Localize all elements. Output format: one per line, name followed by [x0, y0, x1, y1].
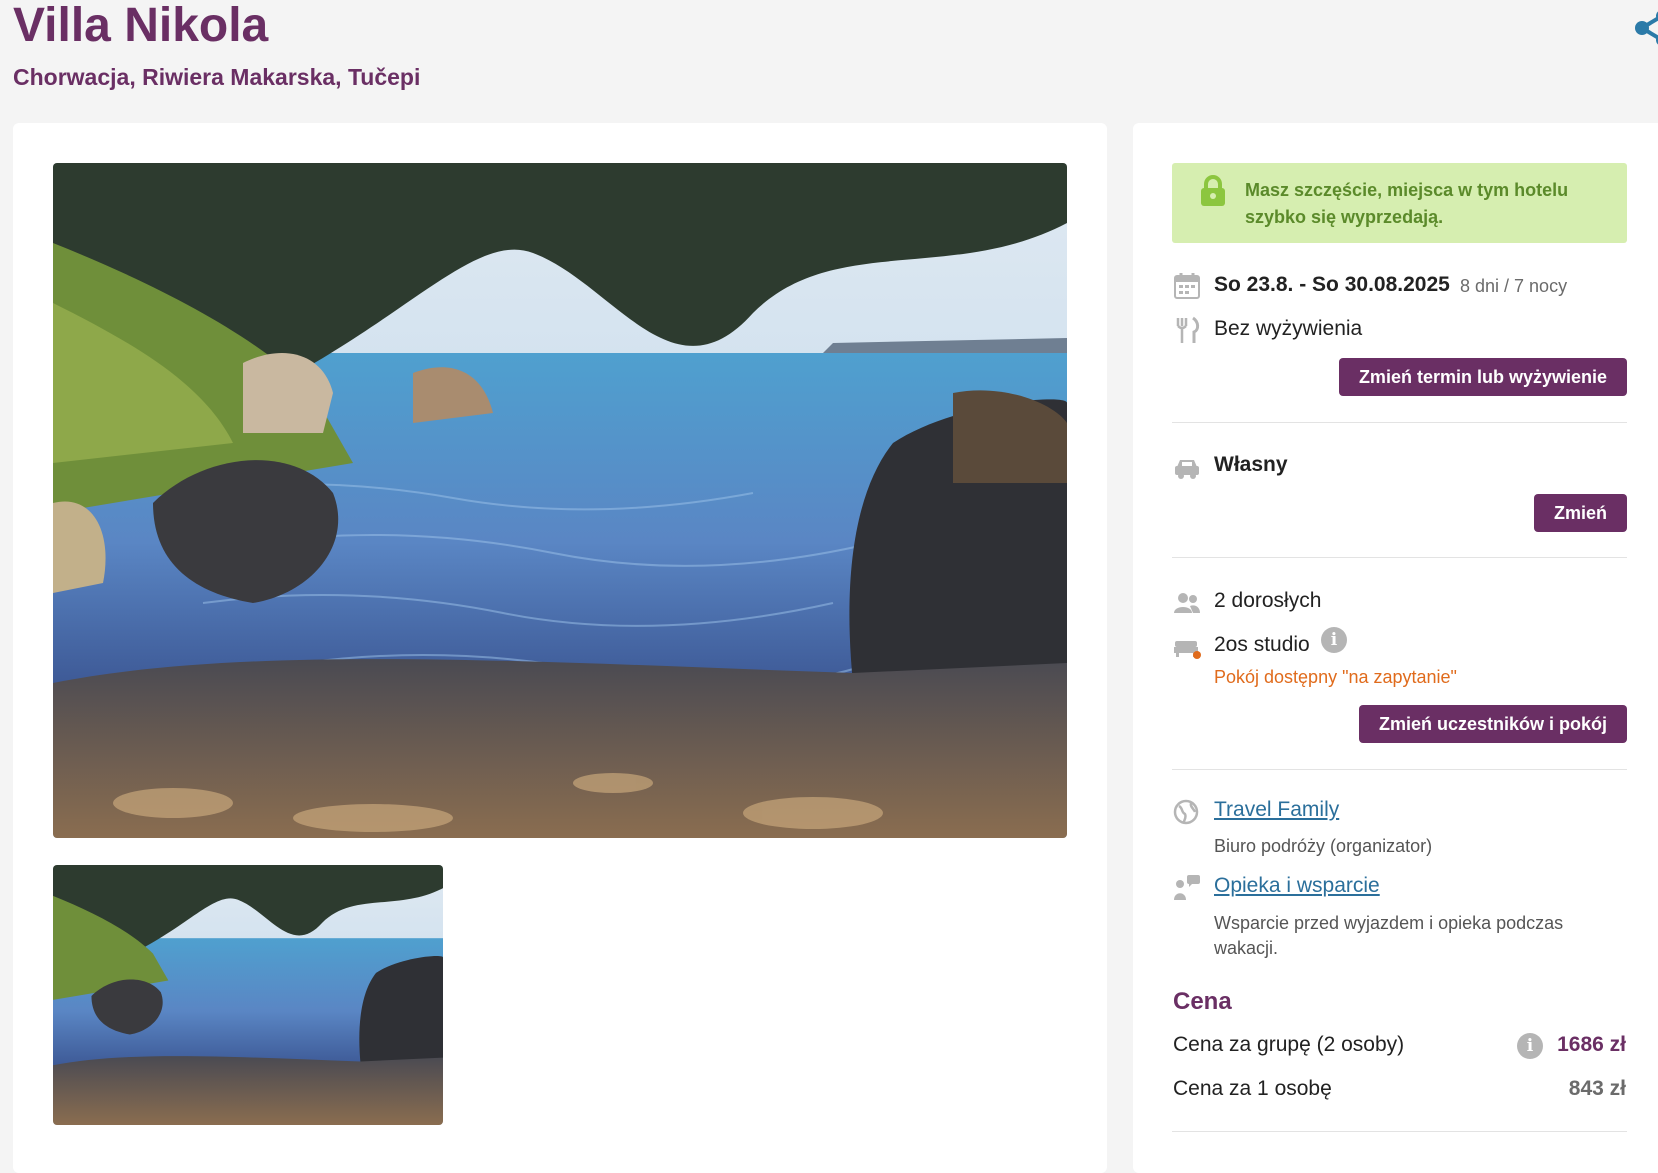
main-photo[interactable] — [53, 163, 1067, 838]
fork-knife-icon — [1176, 316, 1200, 343]
divider — [1172, 557, 1627, 558]
organizer-description: Biuro podróży (organizator) — [1214, 836, 1433, 856]
group-price-value: 1686 zł — [1557, 1033, 1626, 1056]
globe-icon — [1173, 799, 1199, 825]
trip-dates: So 23.8. - So 30.08.2025 — [1214, 273, 1450, 296]
divider — [1172, 422, 1627, 423]
info-icon[interactable]: i — [1321, 627, 1347, 653]
support-description: Wsparcie przed wyjazdem i opieka podczas… — [1214, 913, 1564, 958]
organizer-link[interactable]: Travel Family — [1214, 798, 1339, 822]
transport-type: Własny — [1214, 453, 1288, 476]
support-link[interactable]: Opieka i wsparcie — [1214, 874, 1380, 898]
divider — [1172, 1131, 1627, 1132]
trip-duration: 8 dni / 7 nocy — [1460, 276, 1568, 296]
per-person-price-label: Cena za 1 osobę — [1173, 1077, 1332, 1100]
alert-text: Masz szczęście, miejsca w tym hotelu szy… — [1245, 180, 1569, 227]
thumbnail-photo[interactable] — [53, 865, 443, 1125]
price-heading: Cena — [1173, 988, 1232, 1015]
availability-alert: Masz szczęście, miejsca w tym hotelu szy… — [1172, 163, 1627, 243]
change-transport-button[interactable]: Zmień — [1533, 494, 1627, 532]
bed-icon — [1174, 641, 1201, 659]
info-icon[interactable]: i — [1517, 1033, 1543, 1059]
change-term-button[interactable]: Zmień termin lub wyżywienie — [1338, 358, 1627, 396]
per-person-price-value: 843 zł — [1568, 1077, 1626, 1100]
board-type: Bez wyżywienia — [1214, 317, 1363, 340]
people-icon — [1174, 593, 1200, 613]
change-participants-button[interactable]: Zmień uczestników i pokój — [1358, 705, 1627, 743]
car-icon — [1175, 460, 1199, 479]
adults-count: 2 dorosłych — [1214, 589, 1322, 612]
room-availability-status: Pokój dostępny "na zapytanie" — [1214, 667, 1457, 687]
calendar-icon — [1174, 273, 1200, 299]
group-price-label: Cena za grupę (2 osoby) — [1173, 1033, 1405, 1056]
lock-icon — [1201, 175, 1225, 206]
hotel-location: Chorwacja, Riwiera Makarska, Tučepi — [13, 64, 421, 90]
page-title: Villa Nikola — [13, 0, 269, 52]
support-icon — [1174, 875, 1200, 900]
divider — [1172, 769, 1627, 770]
room-type: 2os studio — [1214, 633, 1310, 656]
share-icon[interactable] — [1632, 8, 1658, 48]
